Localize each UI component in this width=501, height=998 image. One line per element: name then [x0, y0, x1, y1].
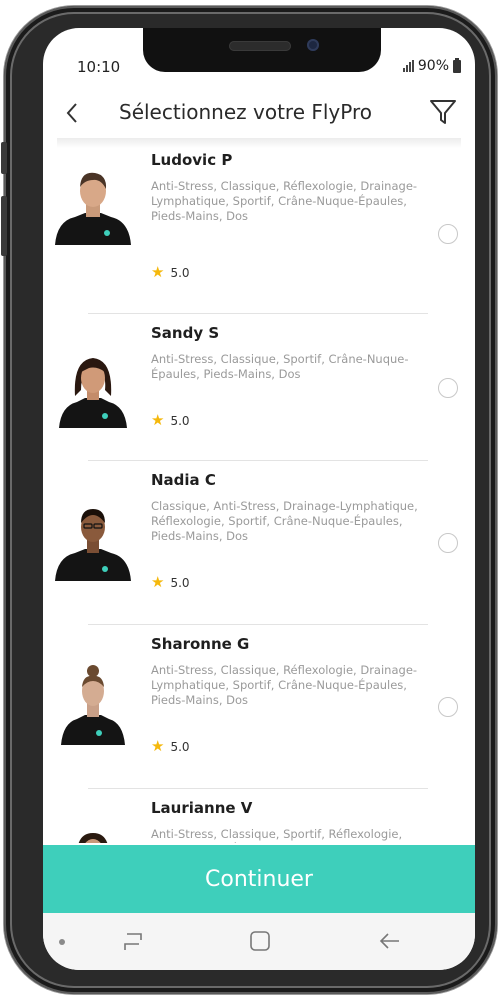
continue-button[interactable]: Continuer — [43, 845, 475, 913]
star-icon: ★ — [151, 411, 165, 429]
avatar — [55, 172, 131, 245]
rating-value: 5.0 — [170, 575, 190, 590]
back-button[interactable] — [57, 98, 87, 128]
rating-value: 5.0 — [170, 739, 190, 754]
phone-screen: 10:10 90% Sélectionnez votre FlyPro Ludo… — [43, 28, 475, 970]
pro-rating: ★ 5.0 — [151, 413, 190, 428]
rating-value: 5.0 — [170, 265, 190, 280]
select-radio[interactable] — [438, 378, 458, 398]
avatar — [78, 833, 108, 843]
page-title: Sélectionnez votre FlyPro — [119, 100, 372, 124]
nav-dot-icon — [59, 939, 65, 945]
list-item[interactable]: Laurianne V Anti-Stress, Classique, Spor… — [43, 789, 475, 843]
pro-specialties: Anti-Stress, Classique, Sportif, Réflexo… — [151, 827, 403, 843]
home-icon[interactable] — [249, 930, 271, 952]
pro-list[interactable]: Ludovic P Anti-Stress, Classique, Réflex… — [43, 143, 475, 843]
battery-percent: 90% — [417, 58, 449, 74]
battery-icon — [453, 57, 461, 73]
chevron-left-icon — [66, 103, 77, 123]
pro-specialties: Anti-Stress, Classique, Réflexologie, Dr… — [151, 663, 418, 707]
pro-specialties: Anti-Stress, Classique, Réflexologie, Dr… — [151, 179, 418, 223]
status-time: 10:10 — [77, 58, 121, 76]
pro-rating: ★ 5.0 — [151, 739, 190, 754]
pro-rating: ★ 5.0 — [151, 265, 190, 280]
select-radio[interactable] — [438, 697, 458, 717]
select-radio[interactable] — [438, 224, 458, 244]
star-icon: ★ — [151, 573, 165, 591]
pro-name: Nadia C — [151, 471, 216, 489]
notch — [143, 28, 381, 72]
back-nav-icon[interactable] — [378, 931, 402, 951]
side-button — [1, 142, 7, 174]
rating-value: 5.0 — [170, 413, 190, 428]
pro-name: Laurianne V — [151, 799, 253, 817]
volume-button — [1, 196, 7, 256]
recent-apps-icon[interactable] — [121, 931, 145, 953]
status-indicators: 90% — [402, 57, 461, 74]
front-camera — [307, 39, 319, 51]
select-radio[interactable] — [438, 533, 458, 553]
avatar — [61, 665, 125, 745]
list-item[interactable]: Sandy S Anti-Stress, Classique, Sportif,… — [43, 314, 475, 461]
pro-name: Ludovic P — [151, 151, 233, 169]
pro-name: Sandy S — [151, 324, 220, 342]
pro-specialties: Classique, Anti-Stress, Drainage-Lymphat… — [151, 499, 418, 543]
star-icon: ★ — [151, 263, 165, 281]
star-icon: ★ — [151, 737, 165, 755]
list-item[interactable]: Sharonne G Anti-Stress, Classique, Réfle… — [43, 625, 475, 788]
filter-button[interactable] — [429, 98, 457, 126]
pro-rating: ★ 5.0 — [151, 575, 190, 590]
list-item[interactable]: Ludovic P Anti-Stress, Classique, Réflex… — [43, 143, 475, 303]
avatar — [59, 358, 127, 428]
header: Sélectionnez votre FlyPro — [57, 88, 461, 138]
pro-specialties: Anti-Stress, Classique, Sportif, Crâne-N… — [151, 352, 409, 381]
filter-icon — [430, 100, 456, 124]
speaker — [229, 41, 291, 51]
android-nav-bar — [43, 913, 475, 970]
pro-name: Sharonne G — [151, 635, 250, 653]
avatar — [55, 509, 131, 581]
signal-icon — [402, 60, 414, 72]
list-item[interactable]: Nadia C Classique, Anti-Stress, Drainage… — [43, 461, 475, 624]
